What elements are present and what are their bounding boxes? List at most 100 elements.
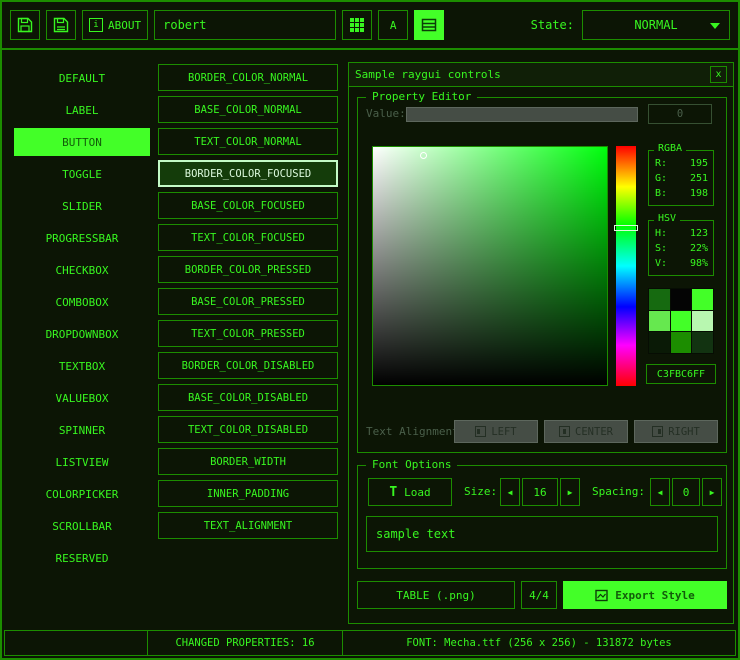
export-format-pages: 4/4 bbox=[521, 581, 557, 609]
property-editor-group: Property Editor Value: 0 RGBA R:195 G:25… bbox=[357, 97, 727, 453]
font-size-label: Size: bbox=[464, 485, 497, 498]
rgba-panel: RGBA R:195 G:251 B:198 bbox=[648, 150, 714, 206]
property-item[interactable]: TEXT_ALIGNMENT bbox=[158, 512, 338, 539]
color-swatch[interactable] bbox=[649, 289, 670, 310]
style-name-value: robert bbox=[163, 18, 206, 32]
control-type-item[interactable]: SCROLLBAR bbox=[14, 512, 150, 540]
hsv-panel-label: HSV bbox=[654, 213, 680, 224]
control-type-item[interactable]: LISTVIEW bbox=[14, 448, 150, 476]
sample-window-title: Sample raygui controls bbox=[355, 68, 501, 81]
control-type-item[interactable]: DROPDOWNBOX bbox=[14, 320, 150, 348]
color-swatch[interactable] bbox=[692, 289, 713, 310]
value-box[interactable]: 0 bbox=[648, 104, 712, 124]
style-color-swatches bbox=[648, 288, 714, 354]
color-swatch[interactable] bbox=[671, 311, 692, 332]
control-types-list: DEFAULT LABEL BUTTON TOGGLE SLIDER PROGR… bbox=[14, 64, 150, 576]
save-style-button[interactable] bbox=[10, 10, 40, 40]
statusbar-changed-properties: CHANGED PROPERTIES: 16 bbox=[147, 630, 343, 656]
control-type-item[interactable]: TEXTBOX bbox=[14, 352, 150, 380]
color-swatch[interactable] bbox=[671, 332, 692, 353]
status-bar: CHANGED PROPERTIES: 16 FONT: Mecha.ttf (… bbox=[4, 630, 736, 656]
save-style-as-button[interactable] bbox=[46, 10, 76, 40]
property-item[interactable]: BASE_COLOR_NORMAL bbox=[158, 96, 338, 123]
grid-icon bbox=[349, 17, 365, 33]
sample-text-input[interactable]: sample text bbox=[366, 516, 718, 552]
close-button[interactable]: x bbox=[710, 66, 727, 83]
rguistyler-window: i ABOUT robert A State: bbox=[0, 0, 740, 660]
value-slider[interactable] bbox=[406, 107, 638, 122]
font-options-group-label: Font Options bbox=[366, 458, 457, 471]
property-item[interactable]: BASE_COLOR_DISABLED bbox=[158, 384, 338, 411]
hex-color-input[interactable]: C3FBC6FF bbox=[646, 364, 716, 384]
font-spacing-decrease-button[interactable]: ◀ bbox=[650, 478, 670, 506]
property-item[interactable]: BORDER_COLOR_NORMAL bbox=[158, 64, 338, 91]
align-center-button[interactable]: CENTER bbox=[544, 420, 628, 443]
align-right-button[interactable]: RIGHT bbox=[634, 420, 718, 443]
hue-slider[interactable] bbox=[616, 146, 636, 386]
control-type-item[interactable]: PROGRESSBAR bbox=[14, 224, 150, 252]
save-icon bbox=[17, 17, 33, 33]
rgba-red-row: R:195 bbox=[655, 156, 708, 171]
control-type-item[interactable]: VALUEBOX bbox=[14, 384, 150, 412]
save-as-icon bbox=[53, 17, 69, 33]
control-type-item[interactable]: RESERVED bbox=[14, 544, 150, 572]
toolbar: i ABOUT robert A State: bbox=[2, 2, 738, 50]
style-table-view-button[interactable] bbox=[414, 10, 444, 40]
text-t-icon: T bbox=[389, 485, 397, 500]
color-swatch[interactable] bbox=[649, 332, 670, 353]
font-load-button[interactable]: T Load bbox=[368, 478, 452, 506]
font-spacing-value[interactable]: 0 bbox=[672, 478, 700, 506]
font-size-value[interactable]: 16 bbox=[522, 478, 558, 506]
property-item[interactable]: BORDER_COLOR_PRESSED bbox=[158, 256, 338, 283]
color-swatch[interactable] bbox=[692, 311, 713, 332]
color-picker-panel[interactable] bbox=[372, 146, 608, 386]
align-right-icon bbox=[652, 426, 663, 437]
font-size-increase-button[interactable]: ▶ bbox=[560, 478, 580, 506]
state-dropdown[interactable]: NORMAL bbox=[582, 10, 730, 40]
controls-grid-view-button[interactable] bbox=[342, 10, 372, 40]
property-item[interactable]: INNER_PADDING bbox=[158, 480, 338, 507]
left-arrow-icon: ◀ bbox=[508, 488, 513, 497]
align-left-button[interactable]: LEFT bbox=[454, 420, 538, 443]
font-size-decrease-button[interactable]: ◀ bbox=[500, 478, 520, 506]
control-type-item[interactable]: COLORPICKER bbox=[14, 480, 150, 508]
control-type-item[interactable]: LABEL bbox=[14, 96, 150, 124]
export-image-icon bbox=[595, 589, 608, 602]
font-atlas-view-button[interactable]: A bbox=[378, 10, 408, 40]
color-swatch[interactable] bbox=[671, 289, 692, 310]
property-item[interactable]: TEXT_COLOR_DISABLED bbox=[158, 416, 338, 443]
color-picker-handle[interactable] bbox=[420, 152, 427, 159]
align-center-icon bbox=[559, 426, 570, 437]
property-item-selected[interactable]: BORDER_COLOR_FOCUSED bbox=[158, 160, 338, 187]
control-type-item[interactable]: CHECKBOX bbox=[14, 256, 150, 284]
left-arrow-icon: ◀ bbox=[658, 488, 663, 497]
export-format-button[interactable]: TABLE (.png) bbox=[357, 581, 515, 609]
rgba-green-row: G:251 bbox=[655, 171, 708, 186]
export-style-button[interactable]: Export Style bbox=[563, 581, 727, 609]
control-type-item[interactable]: COMBOBOX bbox=[14, 288, 150, 316]
property-item[interactable]: TEXT_COLOR_PRESSED bbox=[158, 320, 338, 347]
color-swatch[interactable] bbox=[692, 332, 713, 353]
control-type-item[interactable]: SPINNER bbox=[14, 416, 150, 444]
hsv-panel: HSV H:123 S:22% V:98% bbox=[648, 220, 714, 276]
control-type-item[interactable]: TOGGLE bbox=[14, 160, 150, 188]
about-button[interactable]: i ABOUT bbox=[82, 10, 148, 40]
control-type-item-selected[interactable]: BUTTON bbox=[14, 128, 150, 156]
control-type-item[interactable]: DEFAULT bbox=[14, 64, 150, 92]
sample-text-value: sample text bbox=[376, 527, 455, 541]
property-item[interactable]: TEXT_COLOR_NORMAL bbox=[158, 128, 338, 155]
control-type-item[interactable]: SLIDER bbox=[14, 192, 150, 220]
property-item[interactable]: BASE_COLOR_PRESSED bbox=[158, 288, 338, 315]
sample-controls-window: Sample raygui controls x Property Editor… bbox=[348, 62, 734, 624]
state-label: State: bbox=[531, 18, 574, 32]
font-spacing-increase-button[interactable]: ▶ bbox=[702, 478, 722, 506]
property-item[interactable]: TEXT_COLOR_FOCUSED bbox=[158, 224, 338, 251]
property-item[interactable]: BASE_COLOR_FOCUSED bbox=[158, 192, 338, 219]
style-name-input[interactable]: robert bbox=[154, 10, 336, 40]
hue-slider-handle[interactable] bbox=[614, 225, 638, 231]
property-item[interactable]: BORDER_COLOR_DISABLED bbox=[158, 352, 338, 379]
property-item[interactable]: BORDER_WIDTH bbox=[158, 448, 338, 475]
color-swatch[interactable] bbox=[649, 311, 670, 332]
rgba-panel-label: RGBA bbox=[654, 143, 686, 154]
statusbar-section-empty bbox=[4, 630, 148, 656]
